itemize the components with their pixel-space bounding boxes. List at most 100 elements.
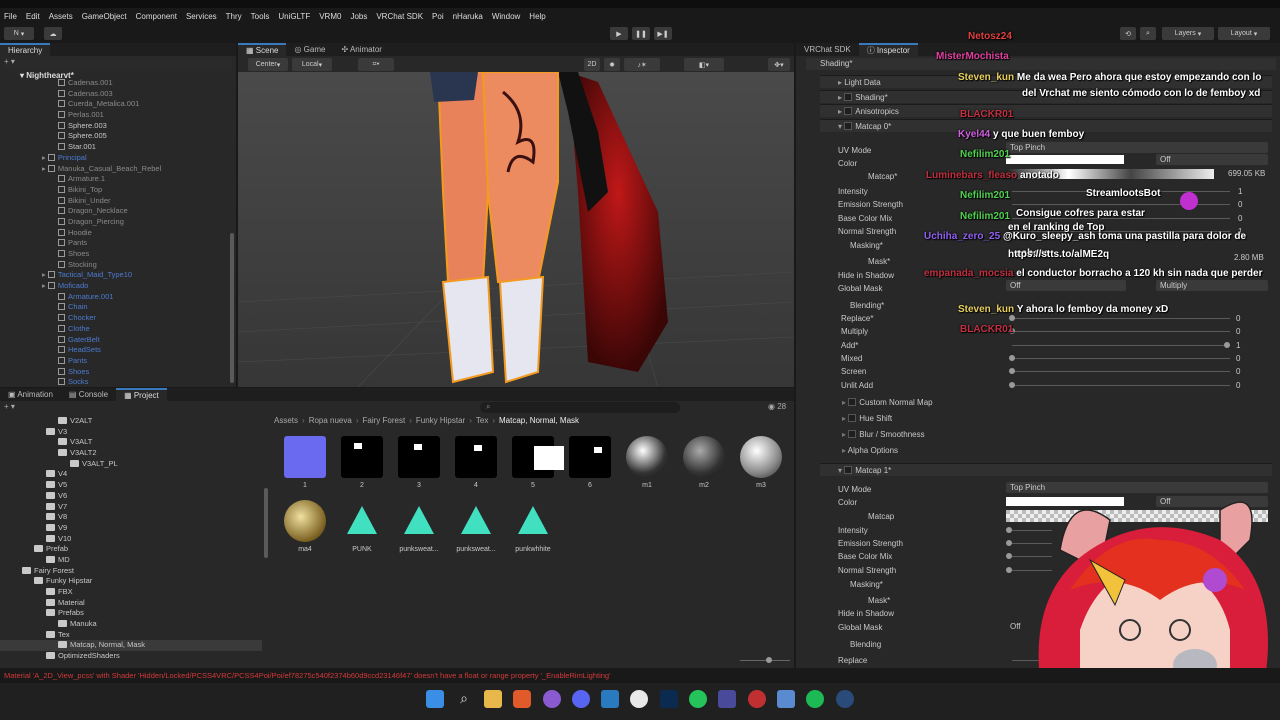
pivot-dropdown[interactable]: Center ▾ xyxy=(248,58,288,71)
tab-inspector[interactable]: ⓘ Inspector xyxy=(858,43,918,56)
blend-slider-track[interactable] xyxy=(1012,357,1230,359)
history-icon[interactable]: ⟲ xyxy=(1120,27,1136,40)
folder-item[interactable]: V2ALT xyxy=(0,416,262,427)
tab-hierarchy[interactable]: Hierarchy xyxy=(0,43,51,56)
blend-value[interactable]: 0 xyxy=(1236,327,1240,336)
folder-item[interactable]: V4 xyxy=(0,469,262,480)
blend-slider-track[interactable] xyxy=(1012,331,1230,333)
blend-slider-knob[interactable] xyxy=(1009,315,1015,321)
asset-thumbnail[interactable] xyxy=(569,436,611,478)
sub-section-checkbox[interactable] xyxy=(848,398,857,406)
section-checkbox[interactable] xyxy=(844,466,853,474)
menu-item[interactable]: Thry xyxy=(226,12,242,21)
sub-section-checkbox[interactable] xyxy=(848,414,857,422)
blend-slider-track[interactable] xyxy=(1012,371,1230,373)
hierarchy-item[interactable]: ▸ Tactical_Maid_Type10 xyxy=(0,270,230,281)
folder-item[interactable]: Funky Hipstar xyxy=(0,576,262,587)
sub-section-header[interactable]: ▸ Hue Shift xyxy=(842,414,892,423)
section-checkbox[interactable] xyxy=(844,92,853,101)
hierarchy-item[interactable]: Shoes xyxy=(0,367,230,378)
hierarchy-item[interactable]: Bikini_Top xyxy=(0,185,230,196)
hierarchy-item[interactable]: ▸ Principal xyxy=(0,153,230,164)
sub-section-header[interactable]: ▸ Custom Normal Map xyxy=(842,398,933,407)
asset-thumbnail[interactable] xyxy=(512,436,564,478)
visual-studio-icon[interactable] xyxy=(718,690,736,708)
tab-console[interactable]: ▤ Console xyxy=(61,388,116,401)
error-message[interactable]: Material 'A_2D_View_pcss' with Shader 'H… xyxy=(0,668,1280,683)
hierarchy-item[interactable]: Stocking xyxy=(0,260,230,271)
blend-value[interactable]: 0 xyxy=(1236,354,1240,363)
folder-item[interactable]: V3ALT_PL xyxy=(0,459,262,470)
hierarchy-item[interactable]: Dragon_Piercing xyxy=(0,217,230,228)
slider-knob[interactable] xyxy=(1006,567,1012,573)
hierarchy-item[interactable]: Armature.1 xyxy=(0,174,230,185)
color-swatch[interactable] xyxy=(1006,155,1124,164)
slider-knob[interactable] xyxy=(1006,527,1012,533)
pause-icon[interactable]: ❚❚ xyxy=(632,27,650,40)
hierarchy-item[interactable]: Socks xyxy=(0,377,230,388)
app-blue-icon[interactable] xyxy=(601,690,619,708)
hierarchy-item[interactable]: Armature.001 xyxy=(0,292,230,303)
file-explorer-icon[interactable] xyxy=(484,690,502,708)
asset-thumbnail[interactable] xyxy=(341,436,383,478)
blend-value[interactable]: 0 xyxy=(1236,314,1240,323)
folder-item[interactable]: FBX xyxy=(0,587,262,598)
windows-start-icon[interactable] xyxy=(426,690,444,708)
zoom-slider[interactable] xyxy=(740,660,790,661)
slider-knob[interactable] xyxy=(1006,540,1012,546)
menu-item[interactable]: nHaruka xyxy=(453,12,483,21)
menu-item[interactable]: GameObject xyxy=(82,12,127,21)
whatsapp-icon[interactable] xyxy=(689,690,707,708)
hierarchy-item[interactable]: GaterBelt xyxy=(0,335,230,346)
hierarchy-item[interactable]: ▸ Manuka_Casual_Beach_Rebel xyxy=(0,164,230,175)
folder-item[interactable]: V3ALT2 xyxy=(0,448,262,459)
steam-icon[interactable] xyxy=(836,690,854,708)
camera-icon[interactable]: ✥▾ xyxy=(768,58,790,71)
global-mask-dropdown[interactable]: Off xyxy=(1006,280,1126,291)
menu-item[interactable]: Help xyxy=(529,12,545,21)
hierarchy-item[interactable]: Shoes xyxy=(0,249,230,260)
hierarchy-item[interactable]: Clothe xyxy=(0,324,230,335)
hierarchy-scrollbar[interactable] xyxy=(230,233,234,383)
folder-item[interactable]: Matcap, Normal, Mask xyxy=(0,640,262,652)
hierarchy-item[interactable]: ▸ Moficado xyxy=(0,281,230,292)
menu-item[interactable]: Tools xyxy=(251,12,270,21)
hierarchy-item[interactable]: Hoodie xyxy=(0,228,230,239)
tab-animator[interactable]: ✣ Animator xyxy=(333,43,390,56)
slider-value[interactable]: 0 xyxy=(1238,200,1242,209)
folder-item[interactable]: V9 xyxy=(0,523,262,534)
photoshop-icon[interactable] xyxy=(660,690,678,708)
spotify-icon[interactable] xyxy=(806,690,824,708)
folder-tree-scrollbar[interactable] xyxy=(264,488,268,558)
hierarchy-item[interactable]: Pants xyxy=(0,356,230,367)
breadcrumb-item[interactable]: Matcap, Normal, Mask xyxy=(499,416,579,425)
hierarchy-item[interactable]: Chocker xyxy=(0,313,230,324)
asset-thumbnail[interactable] xyxy=(626,436,668,478)
blend-slider-knob[interactable] xyxy=(1009,381,1015,388)
breadcrumb-item[interactable]: Tex xyxy=(476,416,488,425)
brave-icon[interactable] xyxy=(513,690,531,708)
color-mode-dropdown[interactable]: Off xyxy=(1156,154,1268,165)
menu-item[interactable]: File xyxy=(4,12,17,21)
asset-thumbnail[interactable] xyxy=(284,436,326,478)
discord-icon[interactable] xyxy=(572,690,590,708)
slider-value[interactable]: 0 xyxy=(1238,214,1242,223)
layout-dropdown[interactable]: Layout ▾ xyxy=(1218,27,1270,40)
asset-thumbnail[interactable] xyxy=(683,436,725,478)
breadcrumb-item[interactable]: Ropa nueva xyxy=(309,416,352,425)
menu-item[interactable]: VRM0 xyxy=(319,12,341,21)
zoom-slider-knob[interactable] xyxy=(766,657,772,663)
gizmos-dropdown[interactable]: ◧▾ xyxy=(684,58,724,71)
hierarchy-search-bar[interactable]: + ▾ xyxy=(4,57,232,69)
blend-value[interactable]: 0 xyxy=(1236,367,1240,376)
blend-slider-track[interactable] xyxy=(1012,318,1230,319)
section-checkbox[interactable] xyxy=(844,107,853,115)
add-asset-button[interactable]: + ▾ xyxy=(4,402,24,411)
shader-icon[interactable] xyxy=(512,500,554,542)
app-cat-icon[interactable] xyxy=(543,690,561,708)
folder-item[interactable]: Material xyxy=(0,598,262,609)
shader-icon[interactable] xyxy=(398,500,440,542)
folder-item[interactable]: V5 xyxy=(0,480,262,491)
uv-mode-dropdown[interactable]: Top Pinch xyxy=(1006,142,1268,153)
asset-thumbnail[interactable] xyxy=(455,436,497,478)
